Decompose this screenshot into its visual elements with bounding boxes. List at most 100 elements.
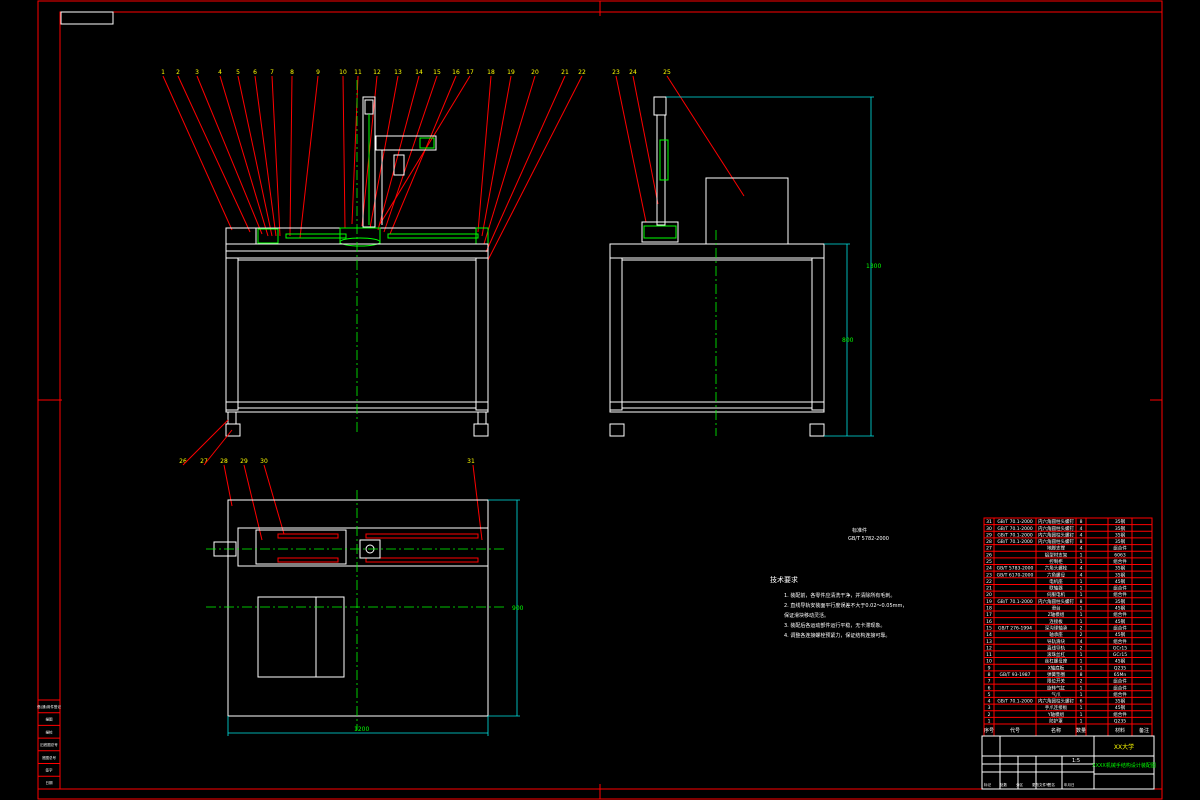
leader-line bbox=[615, 75, 647, 223]
side-view: 23 24 25 1300 800 bbox=[609, 69, 881, 437]
bom-header: 名称 bbox=[1051, 727, 1061, 734]
callout-label: 2 bbox=[176, 69, 180, 76]
bom-index: 22 bbox=[986, 579, 992, 585]
technical-requirements: 技术要求 1. 装配前，各零件应清洗干净，并清除所有毛刺。 2. 直线导轨安装面平… bbox=[770, 575, 907, 639]
bom-name: 旋转气缸 bbox=[1047, 684, 1065, 691]
leader-line bbox=[219, 75, 269, 237]
bom-index: 17 bbox=[986, 612, 992, 618]
callout-label: 7 bbox=[270, 69, 274, 76]
bom-material: 45钢 bbox=[1115, 631, 1126, 638]
bom-qty: 1 bbox=[1080, 612, 1083, 618]
bom-qty: 1 bbox=[1080, 552, 1083, 558]
callout-label: 3 bbox=[195, 69, 199, 76]
bom-index: 19 bbox=[986, 599, 992, 605]
bom-qty: 1 bbox=[1080, 592, 1083, 598]
callout-label: 16 bbox=[452, 69, 460, 76]
standard-note-line1: 标准件 bbox=[852, 527, 867, 534]
leader-line bbox=[477, 75, 492, 233]
bom-code: GB/T 6170-2000 bbox=[997, 572, 1034, 578]
bom-index: 16 bbox=[986, 619, 992, 625]
callout-label: 20 bbox=[531, 69, 539, 76]
bom-name: 内六角圆柱头螺钉 bbox=[1038, 538, 1074, 545]
bom-name: 气爪 bbox=[1052, 691, 1061, 698]
bom-material: 组合件 bbox=[1113, 545, 1127, 552]
bom-qty: 6 bbox=[1080, 699, 1083, 705]
bom-code: GB/T 276-1994 bbox=[998, 625, 1032, 631]
leader-line bbox=[472, 464, 483, 541]
bom-index: 4 bbox=[988, 699, 991, 705]
bom-index: 7 bbox=[988, 679, 991, 685]
bom-name: 滑台 bbox=[1052, 605, 1061, 612]
bom-code: GB/T 70.1-2000 bbox=[997, 532, 1033, 538]
sheet-label: 分区 bbox=[1016, 782, 1024, 787]
title-block: XX大学 XXXX机械手结构设计装配图 1:5 标记 处数 分区 更改文件号签名 年月日 bbox=[981, 735, 1156, 790]
bom-qty: 4 bbox=[1080, 546, 1083, 552]
sheet-label: 标记 bbox=[984, 782, 992, 787]
callout-label: 31 bbox=[467, 458, 475, 465]
callout-label: 17 bbox=[466, 69, 474, 76]
bom-name: 内六角圆柱头螺钉 bbox=[1038, 531, 1074, 538]
callout-label: 4 bbox=[218, 69, 222, 76]
bom-material: 组合件 bbox=[1113, 678, 1127, 685]
bom-index: 11 bbox=[986, 652, 992, 658]
bom-qty: 1 bbox=[1080, 719, 1083, 725]
bom-qty: 1 bbox=[1080, 652, 1083, 658]
bom-index: 24 bbox=[986, 566, 992, 572]
callout-label: 30 bbox=[260, 458, 268, 465]
bom-material: 35钢 bbox=[1115, 571, 1126, 578]
left-strip-label: 底图总号 bbox=[42, 755, 56, 760]
leader-line bbox=[299, 75, 319, 239]
bom-code: GB/T 70.1-2000 bbox=[997, 526, 1033, 532]
tech-req-heading: 技术要求 bbox=[770, 575, 798, 584]
bom-index: 20 bbox=[986, 592, 992, 598]
bom-material: 35钢 bbox=[1115, 598, 1126, 605]
plan-leader-lines: 26 27 28 29 30 31 bbox=[179, 419, 483, 541]
bom-material: 45钢 bbox=[1115, 658, 1126, 665]
bom-qty: 1 bbox=[1080, 692, 1083, 698]
bom-name: X轴底板 bbox=[1048, 664, 1065, 671]
dim-side-total: 1300 bbox=[866, 263, 881, 270]
leader-line bbox=[487, 75, 583, 261]
cad-drawing-sheet: 借(通)用件登记描图描校旧底图总号底图总号签字日期 1 2 3 4 5 6 7 8 9 10 11 1… bbox=[37, 0, 1163, 800]
sheet-label: 处数 bbox=[1000, 782, 1008, 787]
bom-index: 18 bbox=[986, 606, 992, 612]
bom-name: 六角头螺栓 bbox=[1045, 565, 1068, 572]
bom-code: GB/T 70.1-2000 bbox=[997, 699, 1033, 705]
bom-qty: 4 bbox=[1080, 566, 1083, 572]
callout-label: 6 bbox=[253, 69, 257, 76]
bom-header: 材料 bbox=[1115, 727, 1125, 734]
callout-label: 28 bbox=[220, 458, 228, 465]
bom-qty: 1 bbox=[1080, 579, 1083, 585]
bom-index: 25 bbox=[986, 559, 992, 565]
bom-index: 1 bbox=[988, 719, 991, 725]
bom-material: 35钢 bbox=[1115, 525, 1126, 532]
left-strip-label: 旧底图总号 bbox=[40, 742, 58, 747]
bom-name: 内六角圆柱头螺钉 bbox=[1038, 518, 1074, 525]
bom-qty: 2 bbox=[1080, 679, 1083, 685]
bom-material: GCr15 bbox=[1113, 652, 1127, 658]
bom-header: 备注 bbox=[1139, 727, 1149, 734]
bom-code: GB/T 70.1-2000 bbox=[997, 539, 1033, 545]
bom-name: 控制柜 bbox=[1049, 558, 1063, 565]
bom-qty: 1 bbox=[1080, 606, 1083, 612]
bom-index: 5 bbox=[988, 692, 991, 698]
bom-name: 电机座 bbox=[1049, 578, 1063, 585]
plan-view: 26 27 28 29 30 31 900 1200 bbox=[179, 419, 524, 736]
bom-qty: 1 bbox=[1080, 705, 1083, 711]
left-strip-label: 描校 bbox=[46, 729, 53, 734]
bom-material: 45钢 bbox=[1115, 618, 1126, 625]
bom-name: 防护罩 bbox=[1049, 718, 1063, 725]
leader-line bbox=[177, 75, 251, 233]
bom-name: 丝杠螺母座 bbox=[1045, 658, 1068, 665]
bom-name: 手爪连接板 bbox=[1045, 704, 1068, 711]
callout-label: 29 bbox=[240, 458, 248, 465]
leader-line bbox=[369, 75, 399, 229]
bom-name: 连接板 bbox=[1049, 618, 1063, 625]
standard-note: 标准件 GB/T 5782-2000 bbox=[848, 527, 889, 542]
bom-material: 35钢 bbox=[1115, 531, 1126, 538]
tech-req-item: 4. 调整各连接螺栓预紧力，保证结构连接可靠。 bbox=[784, 632, 890, 639]
dim-side-table: 800 bbox=[842, 337, 854, 344]
callout-label: 9 bbox=[316, 69, 320, 76]
callout-label: 25 bbox=[663, 69, 671, 76]
bom-material: 组合件 bbox=[1113, 591, 1127, 598]
